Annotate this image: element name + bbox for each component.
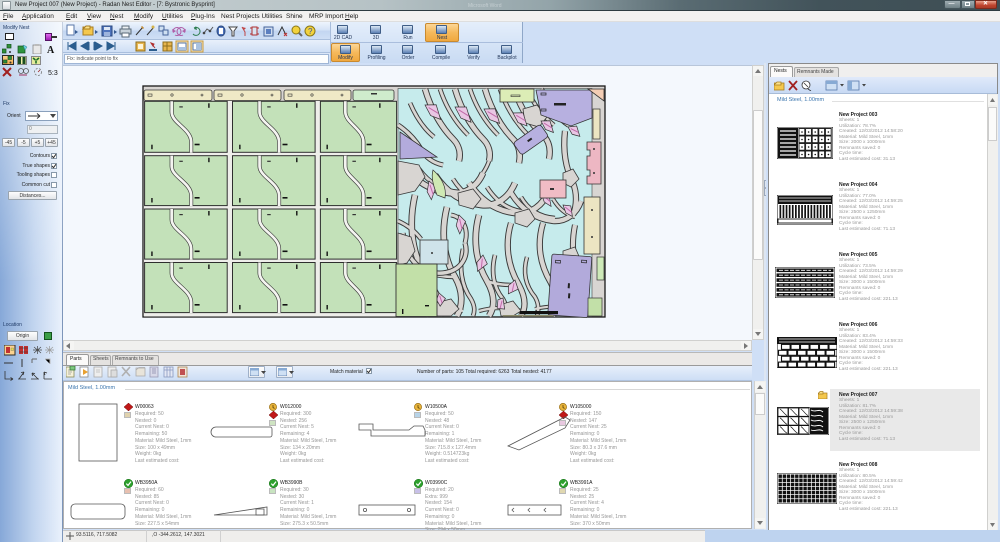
svg-text:?: ?: [308, 27, 313, 36]
svg-text:A: A: [47, 45, 55, 54]
svg-text:5:3: 5:3: [48, 70, 58, 77]
